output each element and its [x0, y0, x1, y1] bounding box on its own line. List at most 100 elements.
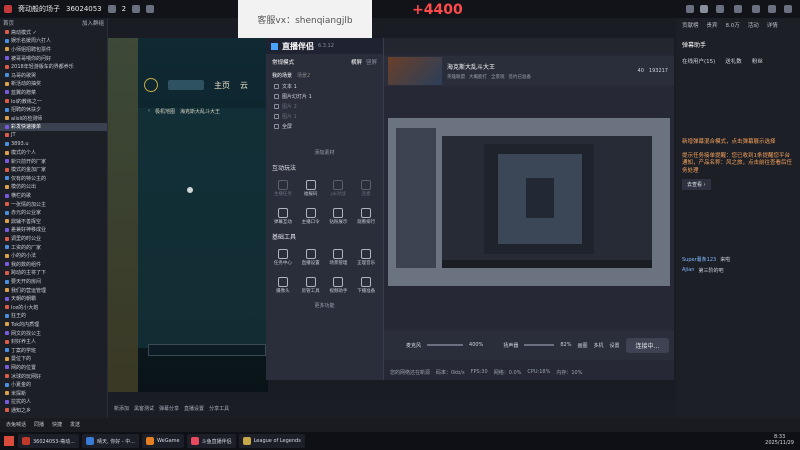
mode-landscape[interactable]: 横屏: [351, 58, 362, 66]
window-icon[interactable]: [686, 5, 694, 13]
play-button[interactable]: [168, 80, 204, 90]
right-tab[interactable]: 详情: [767, 21, 778, 29]
start-live-button[interactable]: 连接中...: [625, 337, 670, 353]
interact-item[interactable]: 观看排行: [353, 203, 379, 229]
list-icon[interactable]: [716, 5, 724, 13]
list-item[interactable]: JT: [0, 131, 107, 140]
list-item[interactable]: 我的数的组件: [0, 260, 107, 269]
stream-chat-input[interactable]: [148, 344, 266, 356]
right-tab[interactable]: 活动: [748, 21, 759, 29]
taskbar-app[interactable]: WeGame: [141, 434, 184, 448]
list-item[interactable]: 冰球的玩网好: [0, 372, 107, 381]
live-title[interactable]: 海克斯大乱斗大王: [447, 62, 531, 71]
taskbar-app[interactable]: 晴天, 你好 - 中...: [82, 434, 139, 448]
list-item[interactable]: 丁案的学班: [0, 346, 107, 355]
list-item[interactable]: 跨动的主将了下: [0, 269, 107, 278]
list-item[interactable]: 通知之乡: [0, 406, 107, 415]
list-item[interactable]: Tok的内质理: [0, 320, 107, 329]
scene-item[interactable]: 全屏: [266, 121, 383, 131]
list-item[interactable]: 马哥的歌哭: [0, 71, 107, 80]
bottom-tool[interactable]: 分享工具: [209, 405, 229, 412]
mic-icon[interactable]: [392, 341, 400, 349]
list-item[interactable]: 模式的金加厂家: [0, 166, 107, 175]
tool-item[interactable]: 房管工具: [298, 272, 324, 298]
nav-cloud[interactable]: 云: [240, 80, 248, 91]
list-item[interactable]: 封好养主人: [0, 337, 107, 346]
list-item[interactable]: 米探新: [0, 389, 107, 398]
taskbar-app[interactable]: 斗鱼直播伴侣: [186, 434, 236, 448]
list-item[interactable]: 招聘的休扶夕: [0, 105, 107, 114]
list-item[interactable]: 工资的的厂家: [0, 243, 107, 252]
nav-home[interactable]: 主页: [214, 80, 230, 91]
scene-item[interactable]: 文本 1: [266, 81, 383, 91]
list-header-join[interactable]: 加入群组: [82, 19, 104, 27]
list-item[interactable]: 我们的营运管理: [0, 286, 107, 295]
list-item[interactable]: 2018年轻游版车的界都养乐: [0, 62, 107, 71]
back-arrow-icon[interactable]: ‹: [148, 108, 150, 114]
gifts-tab[interactable]: 送礼数: [725, 57, 742, 65]
tool-item[interactable]: 正理音乐: [353, 244, 379, 270]
scene-item[interactable]: 图片幻灯片 1: [266, 91, 383, 101]
list-item[interactable]: 差兼好神移成业: [0, 226, 107, 235]
action-item[interactable]: 赤兔喊话: [6, 421, 26, 428]
interact-item[interactable]: 主播口令: [298, 203, 324, 229]
scene-checkbox[interactable]: [274, 83, 279, 89]
taskbar-app[interactable]: 36024053-斋动...: [18, 434, 80, 448]
settings-b[interactable]: 签约已准备: [509, 74, 532, 80]
scene-checkbox[interactable]: [274, 113, 279, 119]
right-tab[interactable]: 贵宾: [707, 21, 718, 29]
right-tab[interactable]: 8.0万: [726, 21, 740, 29]
list-item[interactable]: Ice的小大炮: [0, 303, 107, 312]
list-item[interactable]: 狂王的: [0, 312, 107, 321]
tag-game[interactable]: 英雄联盟: [447, 74, 465, 80]
share-icon[interactable]: [146, 5, 155, 13]
list-item[interactable]: 模仿的公出: [0, 183, 107, 192]
fans-tab[interactable]: 粉丝: [752, 57, 763, 65]
tool-item[interactable]: 直播设置: [298, 244, 324, 270]
list-item[interactable]: 仅有的特公主的: [0, 174, 107, 183]
list-item[interactable]: 曼位下的: [0, 355, 107, 364]
tool-item[interactable]: 下播准备: [353, 272, 379, 298]
interact-item[interactable]: pk对战: [326, 175, 352, 201]
list-item[interactable]: lol的教练之一: [0, 97, 107, 106]
list-item[interactable]: 网文的找公主: [0, 329, 107, 338]
right-tab[interactable]: 贡献榜: [682, 21, 699, 29]
interact-item[interactable]: 钻粉展示: [326, 203, 352, 229]
taskbar-app[interactable]: League of Legends: [238, 434, 305, 448]
scene-checkbox[interactable]: [274, 123, 279, 129]
list-item[interactable]: 横栏的歌: [0, 191, 107, 200]
scene-checkbox[interactable]: [274, 93, 279, 99]
list-item[interactable]: 蓝翼的赠菜: [0, 88, 107, 97]
list-item[interactable]: 拉扰的人: [0, 398, 107, 407]
tool-item[interactable]: 任务中心: [270, 244, 296, 270]
tag-style[interactable]: 大概能打: [469, 74, 487, 80]
interact-item[interactable]: 主播任务: [270, 175, 296, 201]
list-item[interactable]: 鼎辅不善挥空: [0, 217, 107, 226]
home-icon[interactable]: [700, 5, 708, 13]
list-item[interactable]: alisli的检测师: [0, 114, 107, 123]
close-icon[interactable]: [784, 5, 792, 13]
list-item[interactable]: 被哥哥喂你的问好: [0, 54, 107, 63]
list-item[interactable]: 网的的位置: [0, 363, 107, 372]
close-icon[interactable]: [662, 43, 668, 49]
avatar-icon[interactable]: [4, 5, 12, 13]
more-functions-button[interactable]: 更多功能: [266, 302, 383, 309]
action-item[interactable]: 发送: [70, 421, 80, 428]
minimize-icon[interactable]: [752, 5, 760, 13]
mode-portrait[interactable]: 竖屏: [366, 58, 377, 66]
action-item[interactable]: 快捷: [52, 421, 62, 428]
cover-thumbnail[interactable]: [388, 57, 442, 85]
start-icon[interactable]: [4, 436, 14, 446]
list-item[interactable]: 天朝的朝霸: [0, 294, 107, 303]
speaker-slider[interactable]: [524, 344, 555, 346]
minimize-icon[interactable]: [638, 43, 644, 49]
online-users-tab[interactable]: 在线用户(15): [682, 57, 715, 65]
bottom-tool[interactable]: 直播设置: [184, 405, 204, 412]
main-tool[interactable]: 设置: [609, 342, 619, 349]
bottom-tool[interactable]: 黑客测试: [134, 405, 154, 412]
list-item[interactable]: 小夏金的: [0, 380, 107, 389]
mode-label[interactable]: 常规模式: [272, 58, 294, 66]
list-header-home[interactable]: 首页: [3, 19, 14, 27]
list-item[interactable]: 模式的个人: [0, 148, 107, 157]
list-item[interactable]: 小师姐招聘包票件: [0, 45, 107, 54]
